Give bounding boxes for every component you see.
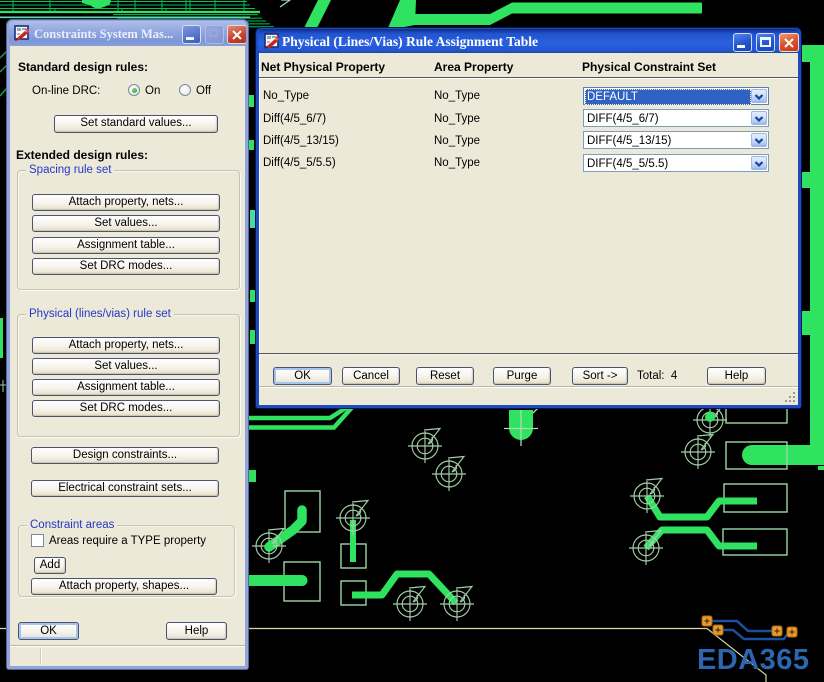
svg-text:EDA365: EDA365: [697, 644, 809, 676]
